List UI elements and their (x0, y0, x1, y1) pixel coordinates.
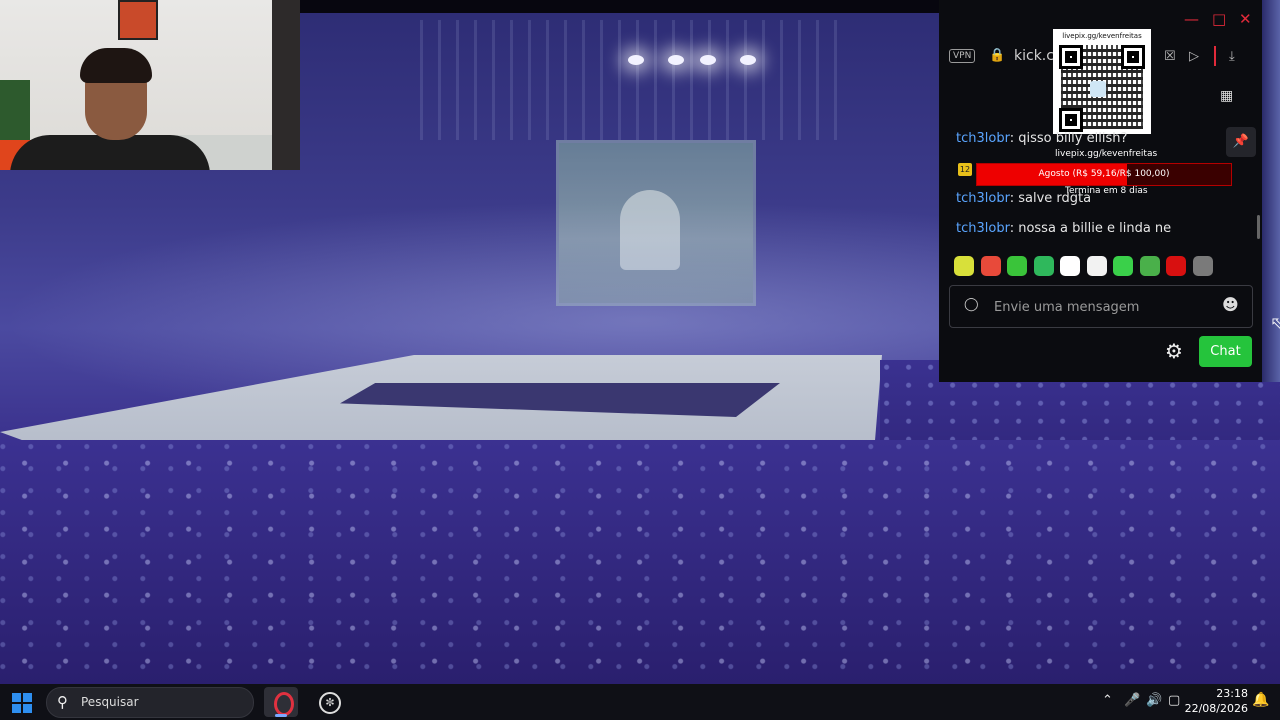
emote-icon[interactable] (1192, 256, 1213, 276)
donation-goal-text: Agosto (R$ 59,16/R$ 100,00) (1038, 169, 1170, 179)
webcam-door (272, 0, 300, 170)
lock-icon[interactable]: 🔒 (989, 48, 1005, 63)
chat-message: tch3lobr: salve rdgta (956, 191, 1091, 206)
qr-logo (1090, 81, 1106, 97)
search-icon: ⚲ (57, 693, 68, 711)
chat-username[interactable]: tch3lobr (956, 131, 1010, 146)
clock-time: 23:18 (1216, 687, 1248, 700)
chat-text: : nossa a billie e linda ne (1009, 221, 1172, 236)
emote-icon[interactable] (1086, 256, 1107, 276)
gear-icon[interactable]: ⚙ (1165, 339, 1183, 363)
livepix-qr: livepix.gg/kevenfreitas (1053, 29, 1151, 134)
chat-scrollbar[interactable] (1257, 215, 1260, 239)
vpn-badge[interactable]: VPN (949, 49, 976, 63)
minimize-icon[interactable]: — (1184, 10, 1199, 28)
users-icon[interactable]: ▦ (1220, 88, 1233, 104)
chevron-up-icon[interactable]: ⌃ (1102, 693, 1113, 708)
crowd (0, 440, 1280, 684)
pin-icon[interactable]: 📌 (1226, 127, 1256, 157)
emote-icon[interactable] (980, 256, 1001, 276)
chat-panel: — □ ✕ VPN 🔒 kick.co ☒ ▷ ⤓ ▦ livepix.gg/k… (939, 0, 1262, 382)
stage-light (668, 55, 684, 65)
chat-message: tch3lobr: qisso billy ellish? (956, 131, 1127, 146)
opera-icon (274, 692, 294, 716)
download-icon[interactable]: ⤓ (1229, 49, 1235, 64)
mouse-cursor-icon: ⬁ (1270, 313, 1280, 334)
emote-icon[interactable] (1139, 256, 1160, 276)
webcam-person-body (10, 135, 210, 170)
chat-text: : qisso billy ellish? (1009, 131, 1128, 146)
donation-goal-bar: Agosto (R$ 59,16/R$ 100,00) (976, 163, 1232, 186)
goal-url: livepix.gg/kevenfreitas (1055, 149, 1158, 159)
microphone-icon[interactable]: 🎤 (1124, 693, 1140, 708)
volume-icon[interactable]: 🔊 (1146, 693, 1162, 708)
close-icon[interactable]: ✕ (1239, 10, 1252, 28)
taskbar-search[interactable]: ⚲ Pesquisar (46, 687, 254, 718)
adblock-icon[interactable]: ☒ (1164, 49, 1176, 64)
emoji-icon[interactable]: ☻ (1222, 295, 1239, 314)
chat-input-box[interactable]: ◯ ☻ (949, 285, 1253, 328)
chat-message: tch3lobr: nossa a billie e linda ne (956, 221, 1171, 236)
search-placeholder: Pesquisar (81, 695, 139, 709)
system-clock[interactable]: 23:18 22/08/2026 (1182, 686, 1248, 716)
emote-icon[interactable] (1060, 256, 1080, 276)
divider (1214, 46, 1216, 66)
taskbar: ⚲ Pesquisar ✼ ⌃ 🎤 🔊 ▢ 23:18 22/08/2026 🔔 (0, 684, 1280, 720)
send-chat-button[interactable]: Chat (1199, 336, 1252, 367)
webcam-person-hair (80, 48, 152, 83)
active-indicator (275, 714, 287, 717)
obs-icon: ✼ (319, 692, 341, 714)
emote-icon[interactable] (1033, 256, 1054, 276)
chat-text: : salve rdgta (1009, 191, 1092, 206)
network-icon[interactable]: ▢ (1168, 693, 1180, 708)
chat-username[interactable]: tch3lobr (956, 221, 1010, 236)
maximize-icon[interactable]: □ (1212, 10, 1226, 28)
emote-icon[interactable] (1007, 256, 1027, 276)
webcam-poster (118, 0, 158, 40)
lighting-rig (420, 20, 840, 140)
chat-input[interactable] (992, 295, 1216, 319)
video-letterbox (300, 0, 940, 13)
notification-bell-icon[interactable]: 🔔 (1252, 692, 1269, 708)
webcam-feed (0, 0, 300, 170)
stage-light (700, 55, 716, 65)
emote-icon[interactable] (1166, 256, 1186, 276)
emote-icon[interactable] (1113, 256, 1133, 276)
chat-username[interactable]: tch3lobr (956, 191, 1010, 206)
shield-icon[interactable]: ◯ (964, 297, 979, 312)
qr-title: livepix.gg/kevenfreitas (1062, 32, 1142, 40)
play-icon[interactable]: ▷ (1189, 49, 1199, 64)
taskbar-obs[interactable]: ✼ (311, 687, 345, 717)
clock-date: 22/08/2026 (1184, 702, 1248, 715)
qr-eye (1059, 45, 1083, 69)
qr-eye (1059, 108, 1083, 132)
taskbar-opera-gx[interactable] (264, 687, 298, 717)
goal-badge: 12 (958, 163, 972, 176)
qr-eye (1121, 45, 1145, 69)
stage-light (740, 55, 756, 65)
emote-icon[interactable] (954, 256, 974, 276)
windows-start-icon[interactable] (12, 693, 32, 713)
stage-light (628, 55, 644, 65)
